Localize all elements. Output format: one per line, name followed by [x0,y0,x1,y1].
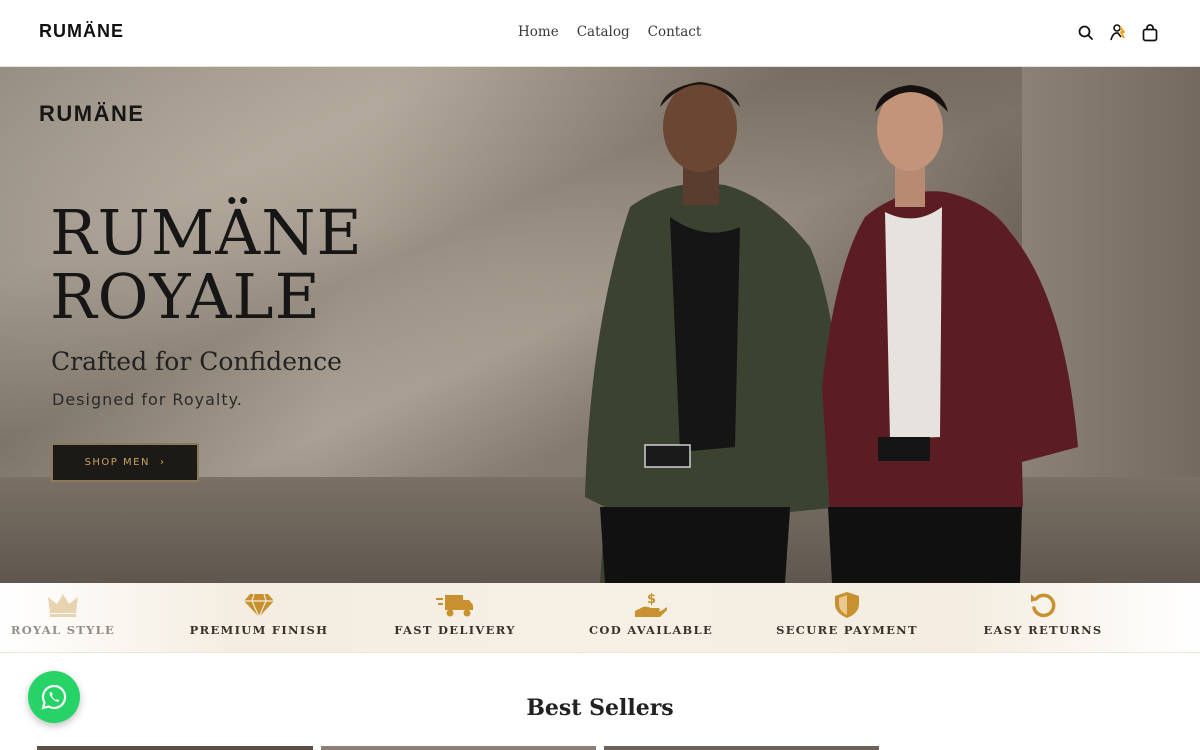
feature-label: COD AVAILABLE [588,623,714,637]
feature-label: ROYAL STYLE [10,623,116,637]
shop-men-label: SHOP MEN [84,457,150,468]
hero-title: RUMÄNE ROYALE [50,201,470,329]
svg-text:$: $ [647,592,656,607]
shop-men-button[interactable]: SHOP MEN › [51,443,199,482]
hero-tagline: Designed for Royalty. [52,390,243,409]
shield-icon [835,592,859,618]
truck-icon [436,595,473,617]
hero-title-line1: RUMÄNE [50,196,363,269]
best-sellers-heading: Best Sellers [526,695,674,721]
return-icon [1031,593,1056,618]
feature-easy-returns: EASY RETURNS [968,591,1118,637]
header-icons [1076,23,1160,43]
hero-models-image [585,82,1078,583]
nav-home-link[interactable]: Home [518,24,559,40]
main-nav: Home Catalog Contact [518,24,701,40]
feature-label: SECURE PAYMENT [776,623,918,637]
feature-label: PREMIUM FINISH [189,623,329,637]
hero-subtitle: Crafted for Confidence [51,347,342,376]
hero-brand-logo: RUMÄNE [39,101,145,126]
crown-icon [48,594,78,617]
search-icon[interactable] [1076,23,1096,43]
nav-contact-link[interactable]: Contact [648,24,702,40]
product-card[interactable] [321,746,596,750]
whatsapp-icon [41,684,67,710]
feature-premium-finish: PREMIUM FINISH [184,591,334,637]
feature-secure-payment: SECURE PAYMENT [772,591,922,637]
diamond-icon [244,593,274,619]
hero-title-line2: ROYALE [50,260,321,333]
features-strip: ROYAL STYLE PREMIUM FINISH FAST DELIVERY… [0,583,1200,653]
site-header: RUMÄNE Home Catalog Contact [0,0,1200,67]
product-card[interactable] [604,746,879,750]
feature-label: FAST DELIVERY [394,623,516,637]
feature-royal-style: ROYAL STYLE [0,591,138,637]
nav-catalog-link[interactable]: Catalog [577,24,630,40]
chevron-right-icon: › [159,457,166,468]
cash-hand-icon: $ [635,592,667,617]
product-card[interactable] [37,746,313,750]
feature-fast-delivery: FAST DELIVERY [380,591,530,637]
hero-banner: RUMÄNE RUMÄNE ROYALE Crafted for Confide… [0,67,1200,583]
site-logo[interactable]: RUMÄNE [39,21,124,42]
whatsapp-chat-button[interactable] [28,671,80,723]
feature-label: EASY RETURNS [983,623,1103,637]
account-icon[interactable] [1108,23,1128,43]
feature-cod-available: $ COD AVAILABLE [576,591,726,637]
cart-icon[interactable] [1140,23,1160,43]
